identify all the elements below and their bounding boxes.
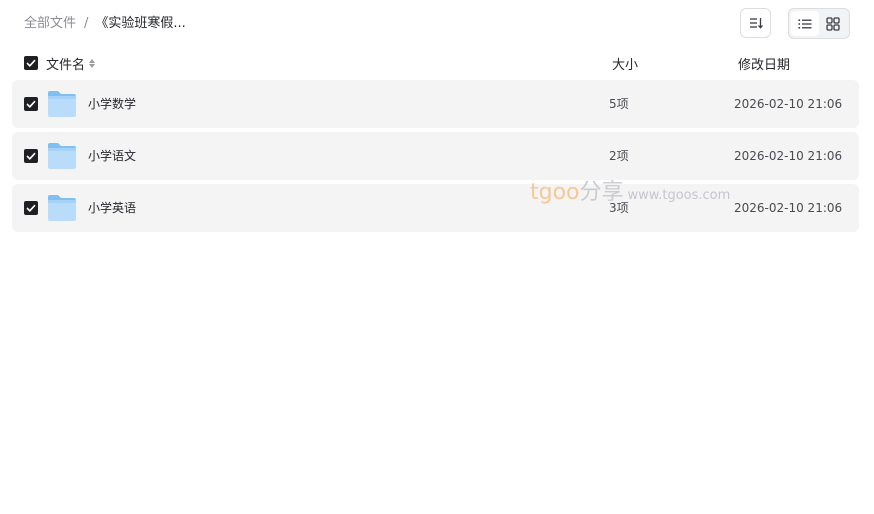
row-checkbox[interactable] xyxy=(24,149,38,163)
breadcrumb-separator: / xyxy=(84,16,89,31)
file-row[interactable]: 小学英语 3项 2026-02-10 21:06 xyxy=(12,184,859,232)
sort-button[interactable] xyxy=(740,8,771,38)
folder-icon xyxy=(48,195,76,221)
file-modified-date: 2026-02-10 21:06 xyxy=(734,201,843,215)
list-view-button[interactable] xyxy=(791,11,819,36)
column-header-name[interactable]: 文件名 xyxy=(46,54,96,73)
row-checkbox[interactable] xyxy=(24,201,38,215)
checkmark-icon xyxy=(26,59,36,67)
select-all-checkbox[interactable] xyxy=(24,56,38,70)
breadcrumb: 全部文件 / 《实验班寒假... xyxy=(24,14,186,34)
grid-view-icon xyxy=(826,16,840,31)
file-name[interactable]: 小学英语 xyxy=(88,200,136,216)
file-browser: 全部文件 / 《实验班寒假... 文件名 大小 修改日期 小学数学 5项 202… xyxy=(0,0,874,514)
list-header: 文件名 大小 修改日期 xyxy=(12,52,859,76)
file-name[interactable]: 小学数学 xyxy=(88,96,136,112)
file-name[interactable]: 小学语文 xyxy=(88,148,136,164)
sort-toggle-icon xyxy=(89,59,96,68)
checkmark-icon xyxy=(26,204,36,212)
file-size: 5项 xyxy=(609,97,629,111)
file-modified-date: 2026-02-10 21:06 xyxy=(734,149,843,163)
file-size: 3项 xyxy=(609,201,629,215)
file-modified-date: 2026-02-10 21:06 xyxy=(734,97,843,111)
row-checkbox[interactable] xyxy=(24,97,38,111)
breadcrumb-root-link[interactable]: 全部文件 xyxy=(24,14,76,34)
sort-list-icon xyxy=(749,18,763,29)
file-row[interactable]: 小学语文 2项 2026-02-10 21:06 xyxy=(12,132,859,180)
grid-view-button[interactable] xyxy=(819,11,847,36)
file-size: 2项 xyxy=(609,149,629,163)
column-header-date[interactable]: 修改日期 xyxy=(738,54,790,73)
view-mode-switch xyxy=(788,8,850,39)
column-header-name-label: 文件名 xyxy=(46,58,86,73)
checkmark-icon xyxy=(26,152,36,160)
file-row[interactable]: 小学数学 5项 2026-02-10 21:06 xyxy=(12,80,859,128)
column-header-size[interactable]: 大小 xyxy=(612,54,638,73)
list-view-icon xyxy=(798,18,812,29)
folder-icon xyxy=(48,143,76,169)
folder-icon xyxy=(48,91,76,117)
breadcrumb-current-folder: 《实验班寒假... xyxy=(95,16,186,31)
checkmark-icon xyxy=(26,100,36,108)
